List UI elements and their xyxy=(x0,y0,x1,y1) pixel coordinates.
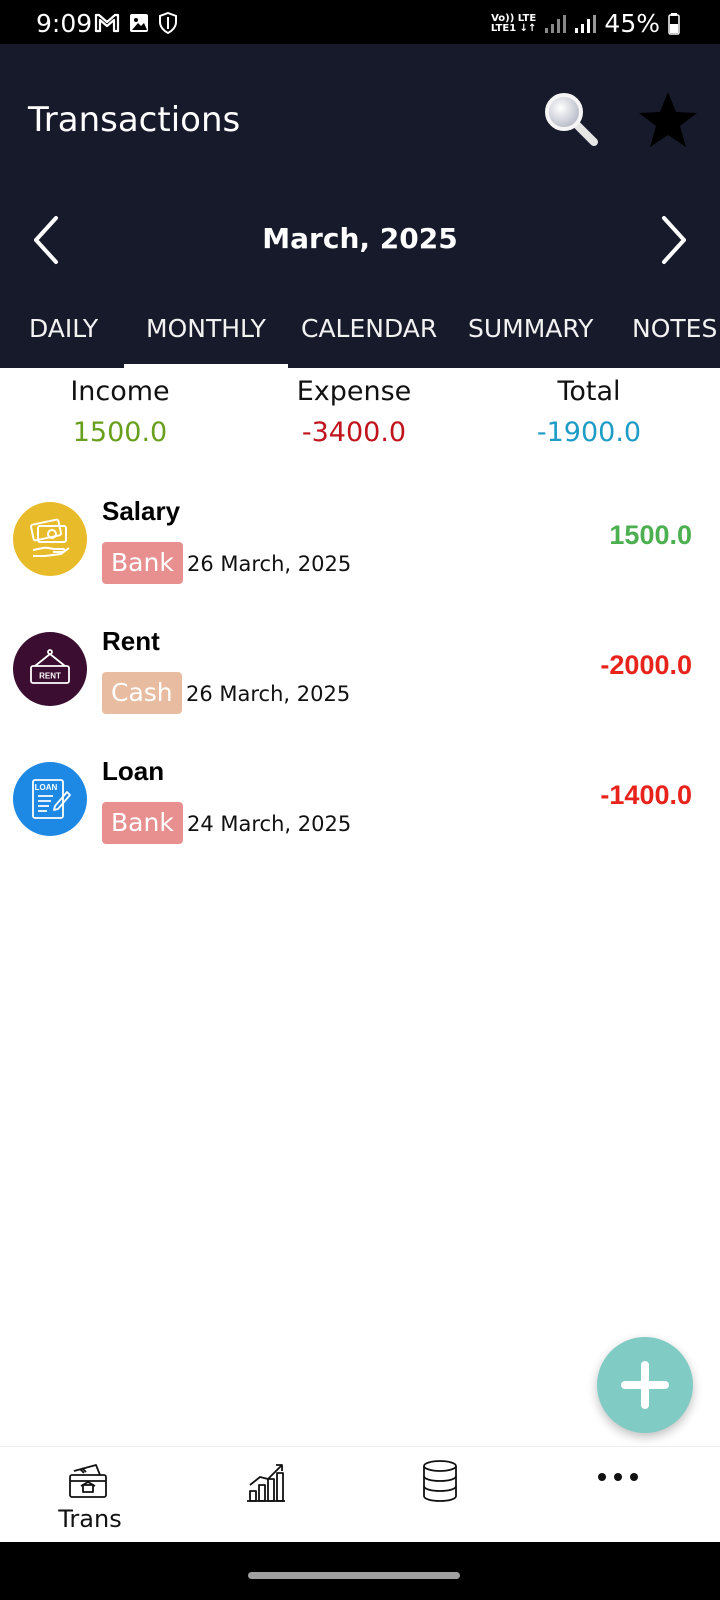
rent-sign-icon: RENT xyxy=(30,649,70,684)
expense-summary: Expense -3400.0 xyxy=(234,376,474,448)
transaction-date: 24 March, 2025 xyxy=(187,812,352,836)
transactions-icon xyxy=(69,1464,107,1498)
transaction-row[interactable]: Salary Bank 26 March, 2025 1500.0 xyxy=(0,488,720,608)
battery-icon xyxy=(668,12,680,35)
signal-icon xyxy=(545,14,567,33)
app-header: Transactions March, 2025 DAILY MONTHLY C… xyxy=(0,44,720,368)
add-transaction-button[interactable] xyxy=(597,1337,693,1433)
transaction-title: Loan xyxy=(102,756,165,786)
total-label: Total xyxy=(557,376,621,407)
star-icon xyxy=(639,92,697,147)
system-gesture-bar xyxy=(0,1542,720,1600)
account-badge: Bank xyxy=(102,802,183,844)
network-type: Vo)) LTE LTE1 ↓↑ xyxy=(490,12,537,34)
tab-notes[interactable]: NOTES xyxy=(632,306,717,368)
signal-icon-2 xyxy=(575,14,597,33)
battery-percent: 45% xyxy=(604,9,660,38)
transaction-amount: -2000.0 xyxy=(600,650,692,680)
gmail-icon xyxy=(94,13,120,33)
loan-document-icon: LOAN xyxy=(32,779,71,819)
transaction-amount: 1500.0 xyxy=(609,520,692,550)
tab-daily[interactable]: DAILY xyxy=(29,306,98,368)
expense-label: Expense xyxy=(296,376,412,407)
transaction-avatar xyxy=(13,502,87,576)
transaction-title: Rent xyxy=(102,626,160,656)
transaction-avatar: LOAN xyxy=(13,762,87,836)
database-icon xyxy=(423,1460,457,1502)
nav-stats[interactable] xyxy=(180,1447,360,1543)
plus-icon xyxy=(621,1361,669,1409)
status-time: 9:09 xyxy=(36,9,93,38)
shield-icon xyxy=(159,12,177,34)
status-notification-icons xyxy=(94,12,178,34)
nav-transactions[interactable]: Trans xyxy=(0,1447,180,1543)
page-title: Transactions xyxy=(28,100,241,140)
account-badge: Bank xyxy=(102,542,183,584)
tab-summary[interactable]: SUMMARY xyxy=(468,306,593,368)
next-month-button[interactable] xyxy=(648,212,698,268)
nav-label: Trans xyxy=(58,1505,122,1533)
income-value: 1500.0 xyxy=(72,417,168,448)
transaction-amount: -1400.0 xyxy=(600,780,692,810)
total-value: -1900.0 xyxy=(536,417,642,448)
transaction-row[interactable]: LOAN Loan Bank 24 March, 2025 -1400.0 xyxy=(0,748,720,868)
svg-text:LOAN: LOAN xyxy=(35,783,58,792)
transaction-date: 26 March, 2025 xyxy=(187,552,352,576)
transaction-date: 26 March, 2025 xyxy=(186,682,351,706)
status-bar: 9:09 Vo)) LTE LTE1 ↓↑ 45% xyxy=(0,0,720,44)
status-system-icons: Vo)) LTE LTE1 ↓↑ 45% xyxy=(491,9,680,38)
search-button[interactable] xyxy=(540,88,604,152)
nav-accounts[interactable] xyxy=(360,1447,540,1543)
transaction-avatar: RENT xyxy=(13,632,87,706)
search-icon xyxy=(545,93,598,146)
view-tabs: DAILY MONTHLY CALENDAR SUMMARY NOTES xyxy=(0,306,720,368)
transaction-title: Salary xyxy=(102,496,181,526)
income-summary: Income 1500.0 xyxy=(0,376,240,448)
income-label: Income xyxy=(70,376,170,407)
stats-chart-icon xyxy=(247,1464,285,1502)
current-month: March, 2025 xyxy=(262,222,458,255)
total-summary: Total -1900.0 xyxy=(469,376,709,448)
nav-more[interactable] xyxy=(540,1447,720,1543)
transaction-row[interactable]: RENT Rent Cash 26 March, 2025 -2000.0 xyxy=(0,618,720,738)
tab-calendar[interactable]: CALENDAR xyxy=(301,306,437,368)
expense-value: -3400.0 xyxy=(301,417,407,448)
home-gesture-handle[interactable] xyxy=(248,1572,460,1579)
favorite-button[interactable] xyxy=(636,88,700,152)
monthly-summary: Income 1500.0 Expense -3400.0 Total -190… xyxy=(0,368,720,468)
salary-icon xyxy=(30,518,70,557)
account-badge: Cash xyxy=(102,672,182,714)
bottom-navigation: Trans xyxy=(0,1446,720,1542)
chevron-right-icon xyxy=(662,216,686,264)
gallery-icon xyxy=(130,14,148,32)
more-icon xyxy=(598,1473,638,1481)
svg-text:RENT: RENT xyxy=(39,672,61,681)
tab-monthly[interactable]: MONTHLY xyxy=(124,306,288,368)
